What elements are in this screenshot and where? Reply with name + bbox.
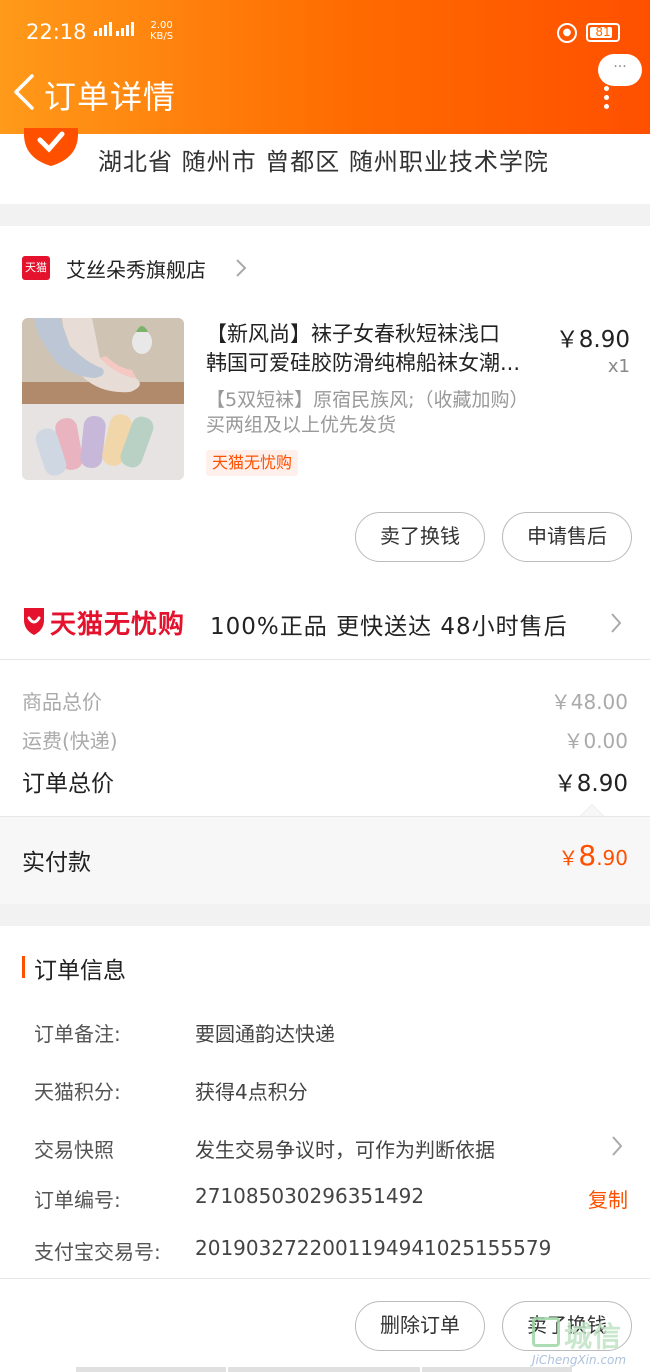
signal-indicator (94, 22, 138, 36)
chevron-right-icon[interactable] (233, 256, 249, 280)
tmall-points-row: 天猫积分: 获得4点积分 (34, 1080, 308, 1104)
delete-order-button[interactable]: 删除订单 (355, 1301, 485, 1351)
order-number-row: 订单编号: 271085030296351492 复制 (34, 1184, 628, 1213)
shipping-row: 运费(快递) ￥0.00 (22, 729, 628, 753)
copy-order-number-button[interactable]: 复制 (588, 1184, 628, 1213)
product-price: ￥8.90 (555, 327, 630, 353)
back-arrow-icon[interactable] (8, 70, 42, 114)
order-note-row: 订单备注: 要圆通韵达快递 (34, 1022, 335, 1046)
app-header: 22:18 2.00 KB/S ● 81 订单详情 ··· (0, 0, 650, 134)
more-menu-button[interactable]: ··· (598, 54, 642, 86)
status-bar: 22:18 2.00 KB/S ● 81 (0, 0, 650, 64)
product-sku: 【5双短袜】原宿民族风;（收藏加购）买两组及以上优先发货 (206, 389, 529, 436)
address-text: 湖北省 随州市 曾都区 随州职业技术学院 (98, 148, 549, 176)
alipay-trade-number-row: 支付宝交易号: 2019032722001194941025155579 (34, 1236, 552, 1264)
order-item-card: 天猫 艾丝朵秀旗舰店 【新风尚】袜子女春秋短袜浅口 韩国可爱硅胶防滑纯棉船袜女潮… (0, 226, 650, 586)
order-info-section: 订单信息 订单备注: 要圆通韵达快递 天猫积分: 获得4点积分 交易快照 发生交… (0, 926, 650, 1278)
network-speed: 2.00 KB/S (150, 20, 174, 42)
section-accent-bar (22, 956, 25, 978)
chevron-right-icon (611, 613, 622, 633)
bottom-action-bar: 删除订单 卖了换钱 城信 JiChengXin.com (0, 1278, 650, 1372)
actual-payment-row: 实付款 ￥8.90 (0, 816, 650, 904)
chevron-right-icon (612, 1136, 623, 1156)
product-title-link[interactable]: 【新风尚】袜子女春秋短袜浅口 韩国可爱硅胶防滑纯棉船袜女潮... (206, 320, 546, 378)
battery-icon: 81 (586, 23, 620, 42)
paid-amount: ￥8.90 (558, 839, 628, 872)
worry-free-benefits: 100%正品 更快送达 48小时售后 (210, 614, 568, 640)
order-info-title: 订单信息 (34, 958, 126, 984)
watermark-logo-icon (532, 1317, 560, 1347)
shipping-address: 湖北省 随州市 曾都区 随州职业技术学院 (0, 128, 650, 204)
tmall-logo-icon: 天猫 (22, 256, 50, 280)
kebab-menu-icon[interactable] (601, 86, 611, 110)
socks-image (22, 318, 184, 480)
worry-free-brand: 天猫无忧购 (50, 610, 186, 640)
pointer-notch (580, 804, 604, 816)
paid-label: 实付款 (22, 850, 91, 876)
page-title: 订单详情 (44, 78, 177, 116)
status-time: 22:18 (26, 20, 87, 44)
signal-icon (94, 22, 112, 36)
location-pin-icon (24, 128, 78, 166)
lock-icon: ● (557, 23, 577, 43)
worry-free-tag: 天猫无忧购 (206, 450, 299, 476)
price-summary: 商品总价 ￥48.00 运费(快递) ￥0.00 订单总价 ￥8.90 (0, 660, 650, 816)
goods-total-row: 商品总价 ￥48.00 (22, 690, 628, 714)
shop-name-link[interactable]: 艾丝朵秀旗舰店 (66, 254, 206, 283)
page-indicator (0, 1367, 650, 1372)
after-sale-button[interactable]: 申请售后 (502, 512, 632, 562)
signal-icon (116, 22, 134, 36)
worry-free-banner[interactable]: 天猫无忧购 100%正品 更快送达 48小时售后 (0, 586, 650, 660)
product-quantity: x1 (607, 356, 630, 377)
site-watermark: 城信 JiChengXin.com (528, 1313, 646, 1369)
order-total-row: 订单总价 ￥8.90 (22, 771, 628, 797)
shield-icon (24, 608, 44, 635)
trade-snapshot-row[interactable]: 交易快照 发生交易争议时，可作为判断依据 (34, 1134, 628, 1164)
product-image[interactable] (22, 318, 184, 480)
sell-for-cash-button[interactable]: 卖了换钱 (355, 512, 485, 562)
